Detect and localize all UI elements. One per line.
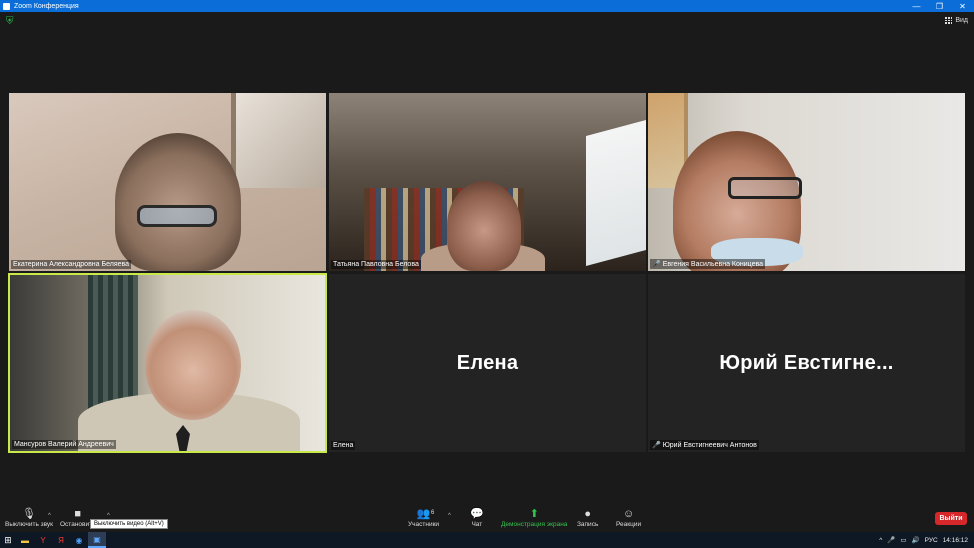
windows-start-icon[interactable]: ⊞ bbox=[0, 532, 16, 548]
encryption-shield-icon[interactable]: ⛨ bbox=[6, 17, 15, 27]
leave-button[interactable]: Выйти bbox=[935, 512, 967, 525]
file-explorer-icon[interactable]: ▬ bbox=[16, 532, 34, 548]
chat-icon: 💬 bbox=[470, 508, 484, 520]
participant-display-name: Юрий Евстигне... bbox=[719, 351, 894, 374]
view-button[interactable]: Вид bbox=[945, 17, 968, 24]
mute-button[interactable]: 🎙 Выключить звук bbox=[5, 508, 53, 528]
reactions-icon: ☺ bbox=[622, 508, 635, 520]
chat-button[interactable]: 💬 Чат bbox=[470, 508, 484, 528]
participant-name-label: 🎤 Юрий Евстигнеевич Антонов bbox=[650, 440, 759, 450]
participant-name-label: 🎤 Евгения Васильевна Коницева bbox=[650, 259, 766, 269]
participant-display-name: Елена bbox=[456, 351, 519, 374]
microphone-icon: 🎙 bbox=[22, 508, 36, 520]
video-tile-2[interactable]: Татьяна Павловна Белова bbox=[329, 93, 646, 271]
network-icon[interactable]: ▭ bbox=[900, 536, 906, 544]
system-tray: ^ 🎤 ▭ 🔊 РУС 14:16:12 bbox=[879, 532, 968, 548]
record-icon: ● bbox=[584, 508, 591, 520]
zoom-taskbar-icon[interactable]: ▣ bbox=[88, 532, 106, 548]
participants-count: 6 bbox=[431, 510, 435, 516]
video-tile-5[interactable]: Елена Елена bbox=[329, 274, 646, 452]
clock[interactable]: 14:16:12 bbox=[943, 537, 968, 544]
window-title: Zoom Конференция bbox=[14, 2, 79, 10]
participant-video bbox=[648, 93, 965, 271]
participant-video bbox=[329, 93, 646, 271]
chrome-icon[interactable]: ◉ bbox=[70, 532, 88, 548]
video-tooltip: Выключить видео (Alt+V) bbox=[90, 519, 168, 529]
tray-chevron-icon[interactable]: ^ bbox=[879, 537, 882, 544]
participant-name-label: Екатерина Александровна Беляева bbox=[11, 260, 132, 269]
camera-icon: ■ bbox=[74, 508, 82, 520]
video-tile-4-active-speaker[interactable]: Мансуров Валерий Андреевич bbox=[8, 273, 327, 453]
tray-mic-icon[interactable]: 🎤 bbox=[887, 536, 895, 544]
reactions-button[interactable]: ☺ Реакции bbox=[616, 508, 641, 528]
participant-name-label: Татьяна Павловна Белова bbox=[331, 260, 421, 269]
video-tile-3[interactable]: 🎤 Евгения Васильевна Коницева bbox=[648, 93, 965, 271]
window-controls: — ❐ ✕ bbox=[905, 0, 974, 12]
video-tile-6[interactable]: Юрий Евстигне... 🎤 Юрий Евстигнеевич Ант… bbox=[648, 274, 965, 452]
view-label: Вид bbox=[955, 17, 968, 24]
zoom-app-icon bbox=[3, 2, 10, 10]
share-screen-icon: ⬆ bbox=[529, 508, 539, 520]
input-language[interactable]: РУС bbox=[925, 537, 938, 544]
video-tile-1[interactable]: Екатерина Александровна Беляева bbox=[9, 93, 326, 271]
yandex-browser-icon[interactable]: Y bbox=[34, 532, 52, 548]
participant-video bbox=[9, 93, 326, 271]
window-titlebar: Zoom Конференция — ❐ ✕ bbox=[0, 0, 974, 12]
windows-taskbar: ⊞ ▬ Y Я ◉ ▣ ^ 🎤 ▭ 🔊 РУС 14:16:12 bbox=[0, 532, 974, 548]
volume-icon[interactable]: 🔊 bbox=[912, 536, 920, 544]
restore-button[interactable]: ❐ bbox=[928, 0, 951, 12]
participants-options-caret[interactable]: ^ bbox=[448, 513, 451, 519]
share-screen-button[interactable]: ⬆ Демонстрация экрана bbox=[501, 508, 567, 528]
participant-video bbox=[10, 275, 325, 451]
muted-mic-icon: 🎤 bbox=[652, 261, 661, 268]
grid-view-icon bbox=[945, 17, 953, 24]
participants-icon: 👥 bbox=[416, 508, 431, 520]
close-button[interactable]: ✕ bbox=[951, 0, 974, 12]
participant-name-label: Мансуров Валерий Андреевич bbox=[12, 440, 116, 449]
minimize-button[interactable]: — bbox=[905, 0, 928, 12]
participants-button[interactable]: 👥 Участники bbox=[408, 508, 439, 528]
audio-options-caret[interactable]: ^ bbox=[48, 513, 51, 519]
muted-mic-icon: 🎤 bbox=[652, 442, 661, 449]
yandex-icon[interactable]: Я bbox=[52, 532, 70, 548]
participant-name-label: Елена bbox=[331, 441, 356, 450]
record-button[interactable]: ● Запись bbox=[577, 508, 598, 528]
